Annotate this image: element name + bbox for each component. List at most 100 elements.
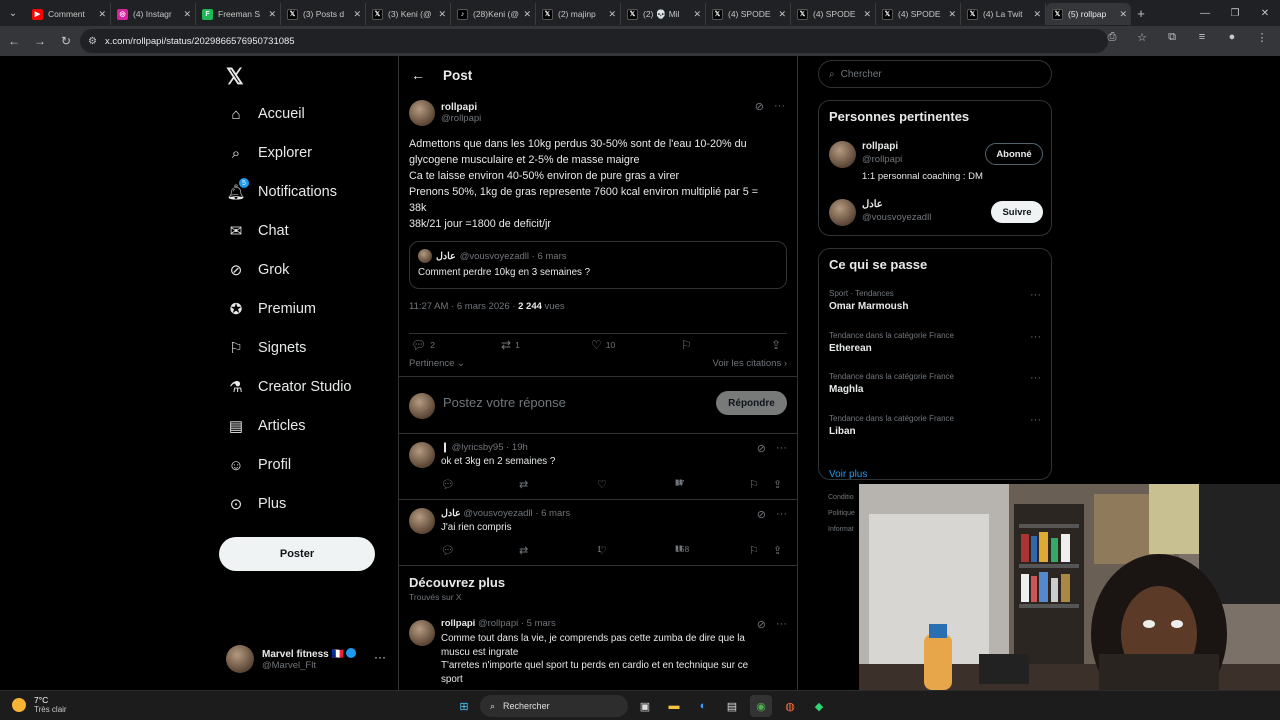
tab-4[interactable]: 𝕏 (3) Posts d ✕	[281, 3, 366, 25]
tab-3[interactable]: F Freeman S ✕	[196, 3, 281, 25]
tab-6[interactable]: ♪ (28)Keni (@ ✕	[451, 3, 536, 25]
quoted-post[interactable]: عادل @vousvoyezadll · 6 mars Comment per…	[409, 241, 787, 289]
close-tab-icon[interactable]: ✕	[98, 9, 106, 20]
account-switcher[interactable]: Marvel fitness 🇫🇷 @Marvel_Flt ···	[226, 644, 386, 674]
like-button[interactable]: ♡ 10	[591, 338, 615, 352]
person-name[interactable]: عادل	[862, 199, 883, 210]
close-tab-icon[interactable]: ✕	[693, 9, 701, 20]
reply-submit-button[interactable]: Répondre	[716, 391, 787, 415]
profile-avatar-icon[interactable]: ●	[1222, 31, 1242, 44]
reply-button[interactable]: 💬︎ 2	[411, 338, 435, 352]
trend-item[interactable]: Tendance dans la catégorie France Etherea…	[829, 331, 1043, 354]
more-icon[interactable]: ···	[1030, 289, 1041, 301]
sidebar-item-plus[interactable]: ⊙ Plus	[226, 489, 287, 519]
reply-author-name[interactable]: عادل	[441, 508, 461, 519]
tab-8[interactable]: 𝕏 (2) 💀 Mil ✕	[621, 3, 706, 25]
grok-icon[interactable]: ⊘	[755, 100, 764, 113]
tab-11[interactable]: 𝕏 (4) SPODE ✕	[876, 3, 961, 25]
close-tab-icon[interactable]: ✕	[778, 9, 786, 20]
tab-12[interactable]: 𝕏 (4) La Twit ✕	[961, 3, 1046, 25]
firefox-icon[interactable]: ◍	[779, 695, 801, 717]
close-tab-icon[interactable]: ✕	[1119, 9, 1127, 20]
sidebar-item-signets[interactable]: ⚐ Signets	[226, 333, 306, 363]
new-tab-button[interactable]: +	[1131, 6, 1151, 21]
edge-icon[interactable]: ◐	[692, 695, 714, 717]
avatar[interactable]	[409, 620, 435, 646]
sidebar-item-accueil[interactable]: ⌂ Accueil	[226, 99, 304, 129]
grok-icon[interactable]: ⊘	[757, 442, 766, 455]
close-tab-icon[interactable]: ✕	[1033, 9, 1041, 20]
back-icon[interactable]: ←	[2, 29, 26, 53]
media-icon[interactable]: ≡	[1192, 31, 1212, 44]
more-icon[interactable]: ···	[776, 508, 787, 521]
post-button[interactable]: Poster	[219, 537, 375, 571]
tab-2[interactable]: ◎ (4) Instagr ✕	[111, 3, 196, 25]
grok-icon[interactable]: ⊘	[757, 618, 766, 631]
sidebar-item-chat[interactable]: ✉ Chat	[226, 216, 289, 246]
tab-1[interactable]: ▶ Comment ✕	[26, 3, 111, 25]
close-tab-icon[interactable]: ✕	[863, 9, 871, 20]
more-icon[interactable]: ···	[774, 100, 785, 113]
close-tab-icon[interactable]: ✕	[268, 9, 276, 20]
file-explorer-icon[interactable]: ▬	[663, 695, 685, 717]
avatar[interactable]	[829, 199, 856, 226]
avatar[interactable]	[409, 508, 435, 534]
x-logo-icon[interactable]: 𝕏	[226, 64, 244, 90]
sidebar-item-profil[interactable]: ☺ Profil	[226, 450, 291, 480]
tab-10[interactable]: 𝕏 (4) SPODE ✕	[791, 3, 876, 25]
post-timestamp[interactable]: 11:27 AM · 6 mars 2026 ·	[409, 301, 518, 312]
sidebar-item-grok[interactable]: ⊘ Grok	[226, 255, 290, 285]
grok-icon[interactable]: ⊘	[757, 508, 766, 521]
footer-link[interactable]: Politique	[828, 510, 855, 517]
reply-post[interactable]: عادل @vousvoyezadll · 6 mars J'ai rien co…	[399, 500, 797, 566]
chrome-icon[interactable]: ◉	[750, 695, 772, 717]
footer-link[interactable]: Conditio	[828, 494, 854, 501]
share-button[interactable]: ⇪	[771, 338, 785, 352]
minimize-icon[interactable]: —	[1190, 0, 1220, 26]
reply-post[interactable]: ❙ @lyricsby95 · 19h ok et 3kg en 2 semain…	[399, 434, 797, 500]
tab-7[interactable]: 𝕏 (2) majinp ✕	[536, 3, 621, 25]
more-icon[interactable]: ···	[776, 442, 787, 455]
task-view-icon[interactable]: ▣	[634, 695, 656, 717]
close-window-icon[interactable]: ✕	[1250, 0, 1280, 26]
avatar[interactable]	[829, 141, 856, 168]
sidebar-item-explorer[interactable]: ⌕ Explorer	[226, 138, 312, 168]
footer-link[interactable]: Informat	[828, 526, 854, 533]
url-bar[interactable]: ⚙ x.com/rollpapi/status/2029866576950731…	[80, 29, 1108, 53]
star-icon[interactable]: ☆	[1132, 31, 1152, 44]
more-icon[interactable]: ···	[1030, 414, 1041, 426]
sidebar-item-premium[interactable]: ✪ Premium	[226, 294, 316, 324]
tab-13[interactable]: 𝕏 (5) rollpap ✕	[1046, 3, 1131, 25]
sidebar-item-creator-studio[interactable]: ⚗ Creator Studio	[226, 372, 351, 402]
taskbar-search[interactable]: ⌕ Rechercher	[480, 695, 628, 717]
reload-icon[interactable]: ↻	[54, 29, 78, 53]
close-tab-icon[interactable]: ✕	[608, 9, 616, 20]
view-quotes-link[interactable]: Voir les citations ›	[713, 358, 787, 369]
sidebar-item-notifications[interactable]: 🔔︎ 5 Notifications	[226, 177, 337, 207]
tab-search-icon[interactable]: ⌄	[0, 0, 26, 26]
person-card[interactable]: rollpapi @rollpapi 1:1 personnal coaching …	[829, 141, 1043, 185]
more-icon[interactable]: ···	[776, 618, 787, 631]
close-tab-icon[interactable]: ✕	[183, 9, 191, 20]
avatar[interactable]	[409, 100, 435, 126]
see-more-link[interactable]: Voir plus	[829, 469, 867, 480]
more-icon[interactable]: ···	[1030, 331, 1041, 343]
reply-input[interactable]: Postez votre réponse	[443, 395, 566, 410]
close-tab-icon[interactable]: ✕	[353, 9, 361, 20]
close-tab-icon[interactable]: ✕	[948, 9, 956, 20]
trend-item[interactable]: Tendance dans la catégorie France Liban ··…	[829, 414, 1043, 437]
person-card[interactable]: عادل @vousvoyezadll Suivre	[829, 199, 1043, 243]
author-handle[interactable]: @rollpapi	[441, 113, 481, 124]
close-tab-icon[interactable]: ✕	[523, 9, 531, 20]
more-icon[interactable]: ···	[374, 650, 386, 664]
post-author[interactable]: rollpapi @rollpapi	[409, 100, 481, 126]
sort-dropdown[interactable]: Pertinence ⌄	[409, 358, 465, 369]
discover-author-name[interactable]: rollpapi	[441, 618, 475, 629]
app-icon[interactable]: ◆	[808, 695, 830, 717]
author-name[interactable]: rollpapi	[441, 102, 481, 113]
start-icon[interactable]: ⊞	[453, 695, 475, 717]
extensions-icon[interactable]: ⧉	[1162, 31, 1182, 44]
site-settings-icon[interactable]: ⚙	[88, 36, 97, 47]
repost-button[interactable]: ⇄ 1	[501, 338, 520, 352]
avatar[interactable]	[409, 442, 435, 468]
